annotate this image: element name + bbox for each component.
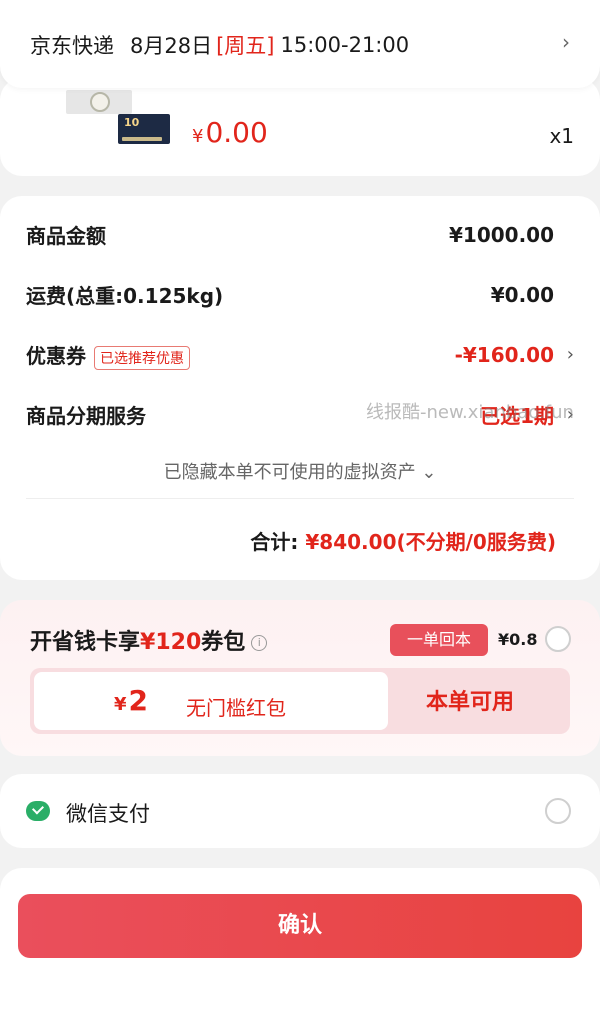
product-thumbnail <box>66 90 132 114</box>
watermark: 线报酷-new.xianbao.fun <box>366 402 574 423</box>
savings-card-promo[interactable]: 开省钱卡享¥120券包 i 一单回本 ¥0.8 ¥2 无门槛红包 本单可用 <box>0 600 600 756</box>
promo-title-amount: ¥120 <box>140 630 202 655</box>
product-price: ¥0.00 <box>192 116 268 149</box>
coupon-ticket: ¥2 无门槛红包 本单可用 <box>30 668 570 734</box>
delivery-carrier: 京东快递 <box>30 34 114 58</box>
coupon-recommended-tag: 已选推荐优惠 <box>94 345 190 370</box>
delivery-weekday: [周五] <box>216 34 275 58</box>
payment-method-row[interactable]: 微信支付 <box>0 774 600 848</box>
wechat-icon <box>26 801 50 821</box>
coupon-row[interactable]: 优惠券 已选推荐优惠 -¥160.00 › <box>26 340 574 370</box>
coupon-amount: ¥2 <box>114 684 148 717</box>
promo-price: ¥0.8 <box>498 630 538 649</box>
shipping-row: 运费(总重:0.125kg) ¥0.00 <box>26 280 574 309</box>
currency-symbol: ¥ <box>192 126 204 147</box>
chevron-down-icon: ⌄ <box>421 462 437 483</box>
hidden-assets-toggle[interactable]: 已隐藏本单不可使用的虚拟资产 ⌄ <box>0 458 600 484</box>
coupon-label-group: 优惠券 已选推荐优惠 <box>26 340 190 370</box>
product-quantity: x1 <box>549 124 574 148</box>
coupon-description: 无门槛红包 <box>186 696 286 720</box>
order-total: 合计: ¥840.00(不分期/0服务费) <box>250 526 556 555</box>
chevron-right-icon[interactable]: › <box>567 344 574 365</box>
total-label: 合计: <box>250 530 299 554</box>
chevron-right-icon[interactable]: › <box>562 30 570 54</box>
divider <box>26 498 574 499</box>
coupon-ticket-left: ¥2 无门槛红包 <box>34 672 388 730</box>
delivery-time: 15:00-21:00 <box>280 33 410 57</box>
payment-method-label: 微信支付 <box>66 802 150 826</box>
coupon-label: 优惠券 <box>26 344 86 368</box>
confirm-button[interactable]: 确认 <box>18 894 582 958</box>
promo-title-prefix: 开省钱卡享 <box>30 630 141 655</box>
hidden-assets-note: 已隐藏本单不可使用的虚拟资产 <box>163 462 416 483</box>
promo-radio[interactable] <box>545 626 571 652</box>
info-icon[interactable]: i <box>251 635 268 651</box>
delivery-info: 京东快递 8月28日 [周五] 15:00-21:00 <box>30 30 409 60</box>
bottom-bar: 确认 <box>0 868 600 1022</box>
goods-amount-value: ¥1000.00 <box>448 222 554 247</box>
thumb-text: 10 <box>124 116 140 129</box>
payback-badge: 一单回本 <box>390 624 488 656</box>
goods-amount-label: 商品金额 <box>26 224 106 248</box>
thumb-bar <box>122 137 162 141</box>
product-card: 10 ¥0.00 x1 <box>0 78 600 176</box>
coupon-value: -¥160.00 <box>454 342 554 367</box>
shipping-label: 运费(总重:0.125kg) <box>26 284 224 308</box>
delivery-date: 8月28日 <box>130 34 213 58</box>
product-logo-icon <box>90 92 110 112</box>
installment-label: 商品分期服务 <box>26 404 146 428</box>
product-thumbnail-card: 10 <box>118 114 170 144</box>
price-value: 0.00 <box>205 116 268 149</box>
coupon-usable-label: 本单可用 <box>426 690 515 715</box>
order-summary: 商品金额 ¥1000.00 运费(总重:0.125kg) ¥0.00 优惠券 已选… <box>0 196 600 580</box>
promo-title-suffix: 券包 <box>201 630 246 655</box>
total-value: ¥840.00(不分期/0服务费) <box>305 530 556 554</box>
coupon-amount-value: 2 <box>128 684 149 717</box>
payment-radio[interactable] <box>545 798 571 824</box>
shipping-value: ¥0.00 <box>490 282 554 307</box>
coupon-currency: ¥ <box>114 694 127 715</box>
goods-amount-row: 商品金额 ¥1000.00 <box>26 220 574 249</box>
promo-title: 开省钱卡享¥120券包 i <box>30 624 268 656</box>
delivery-section[interactable]: 京东快递 8月28日 [周五] 15:00-21:00 › <box>0 0 600 88</box>
